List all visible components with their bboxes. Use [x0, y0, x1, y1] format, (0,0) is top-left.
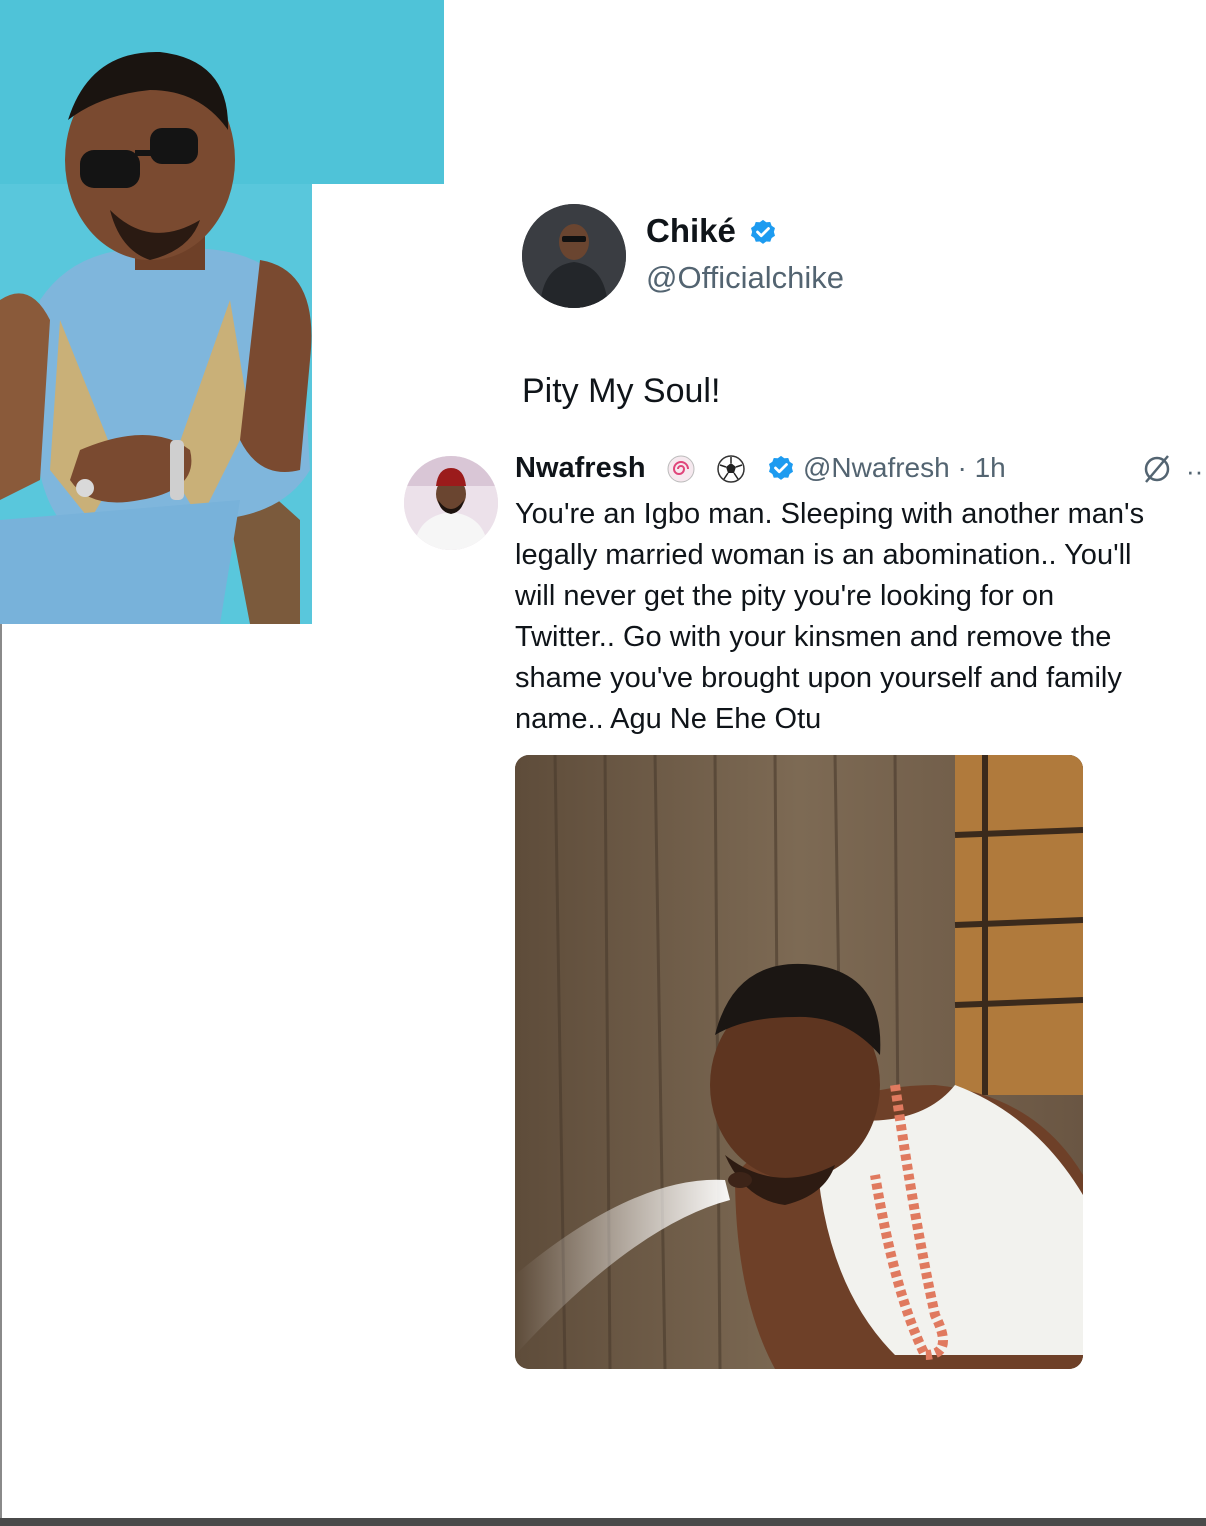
reply-text: You're an Igbo man. Sleeping with anothe…	[515, 494, 1205, 740]
reply-text-line: You're an Igbo man. Sleeping with anothe…	[515, 498, 1145, 530]
reply-text-line: shame you've brought upon yourself and f…	[515, 662, 1122, 694]
reply-avatar[interactable]	[404, 456, 498, 550]
soccer-ball-emoji-icon	[717, 455, 745, 483]
display-name[interactable]: Chiké	[646, 212, 736, 250]
more-icon[interactable]: ··	[1186, 456, 1203, 487]
reply-text-line: will never get the pity you're looking f…	[515, 580, 1055, 612]
reply-display-name[interactable]: Nwafresh	[515, 452, 646, 485]
spiral-emoji-icon	[667, 455, 695, 483]
reply-text-line: name.. Agu Ne Ehe Otu	[515, 703, 822, 735]
reply-handle-time[interactable]: @Nwafresh · 1h	[803, 452, 1006, 484]
verified-badge-icon	[751, 219, 775, 244]
user-handle[interactable]: @Officialchike	[646, 260, 844, 296]
reply-text-line: Twitter.. Go with your kinsmen and remov…	[515, 621, 1112, 653]
attached-image[interactable]	[515, 755, 1083, 1369]
verified-badge-icon	[769, 455, 793, 480]
bottom-bar	[0, 1518, 1206, 1526]
reply-text-line: legally married woman is an abomination.…	[515, 539, 1132, 571]
grok-icon[interactable]	[1140, 452, 1174, 486]
profile-avatar[interactable]	[522, 204, 626, 308]
promo-photo	[0, 0, 444, 624]
tweet-text: Pity My Soul!	[522, 372, 721, 410]
